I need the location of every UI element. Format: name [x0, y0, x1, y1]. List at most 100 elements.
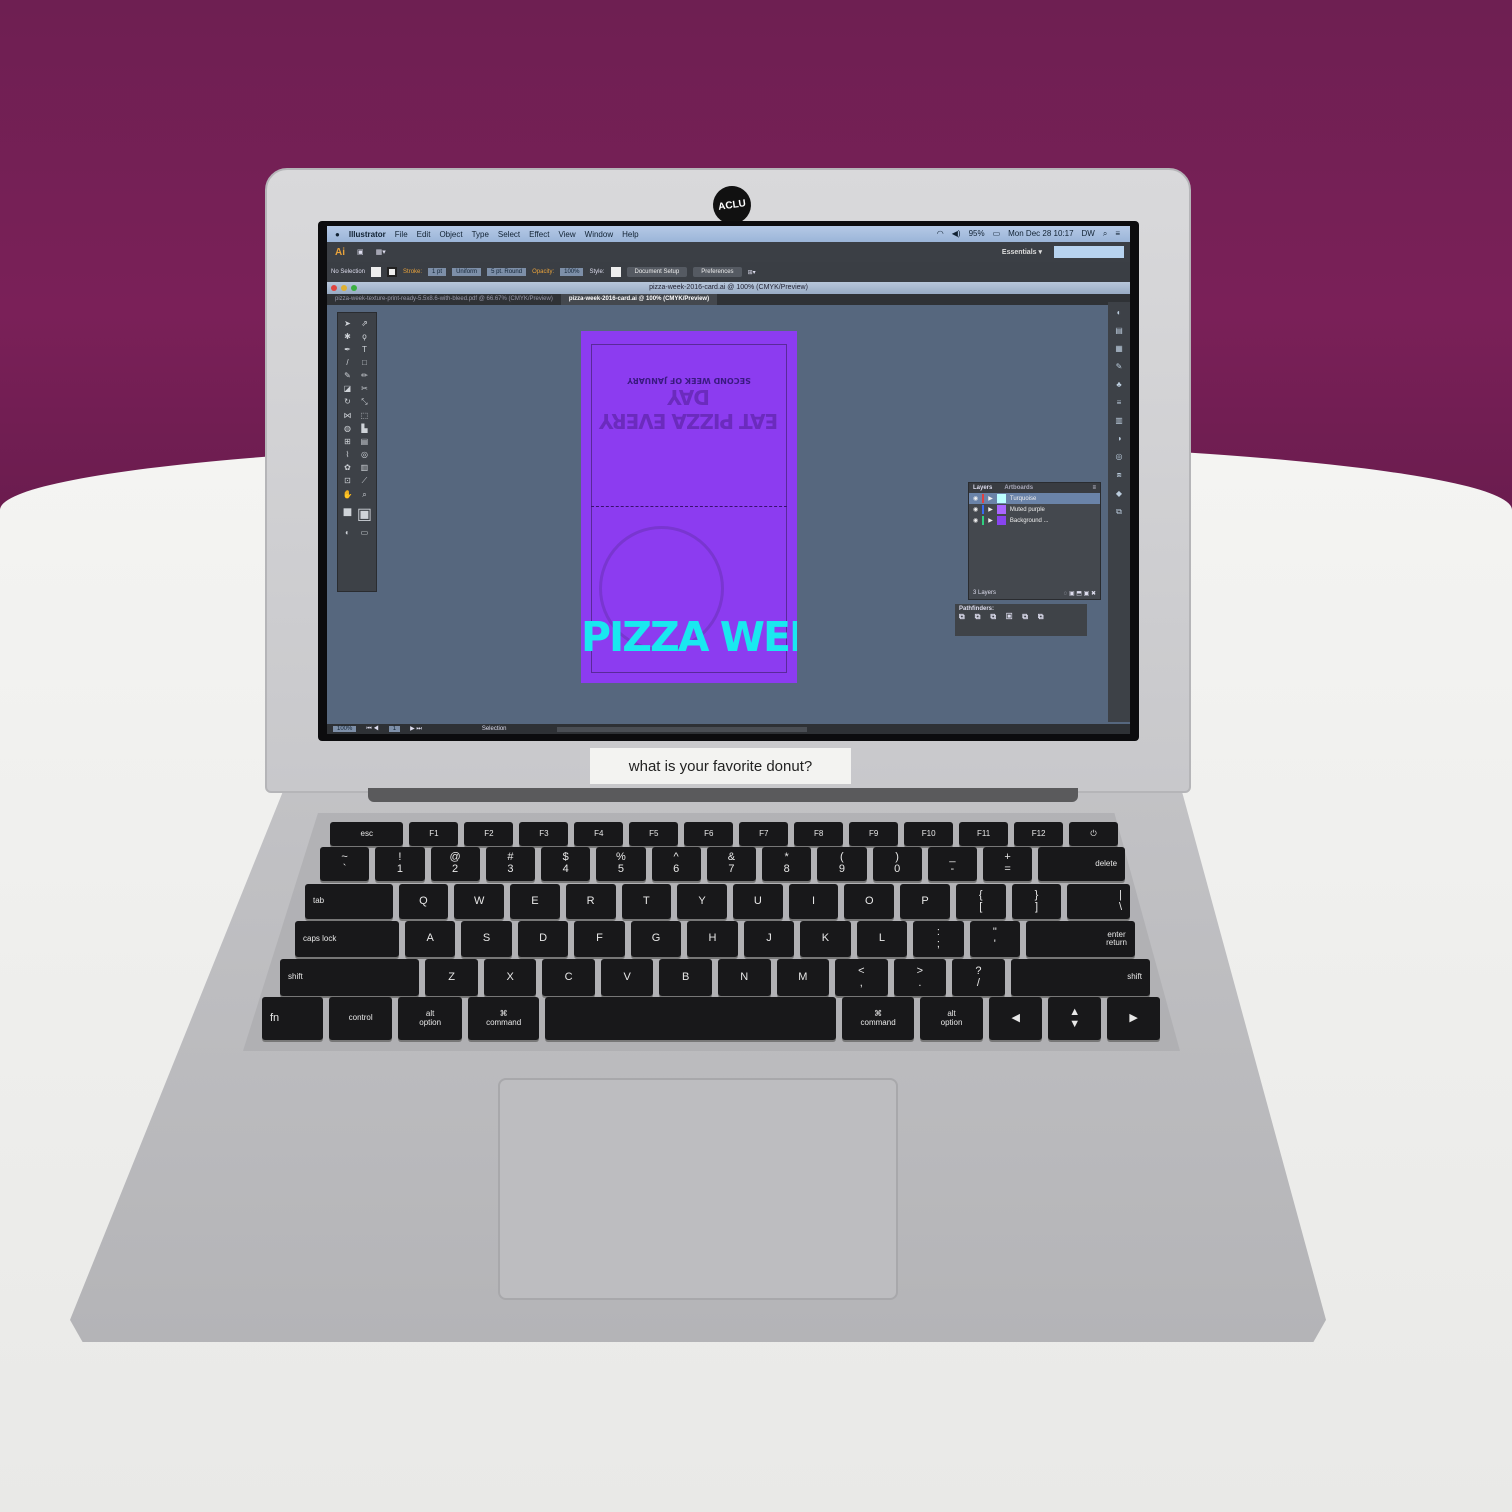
clock[interactable]: Mon Dec 28 10:17	[1008, 229, 1073, 239]
opacity-field[interactable]: 100%	[560, 268, 584, 276]
key-tab[interactable]: tab	[305, 884, 393, 919]
key-control[interactable]: control	[328, 997, 393, 1040]
headline-text[interactable]: EAT PIZZA EVERY DAY	[581, 385, 797, 433]
volume-icon[interactable]: ◀)	[952, 229, 961, 239]
selection-tool-icon[interactable]: ➤	[342, 319, 353, 328]
artboards-icon[interactable]: ⧉	[1116, 507, 1122, 517]
visibility-eye-icon[interactable]: ◉	[973, 495, 978, 502]
opacity-label[interactable]: Opacity:	[532, 269, 554, 275]
swatches-icon[interactable]: ▦	[1115, 344, 1123, 353]
key-}-][interactable]: } ]	[1011, 884, 1062, 919]
style-swatch[interactable]	[610, 267, 621, 277]
key-k[interactable]: K	[800, 921, 851, 957]
pen-tool-icon[interactable]: ✒	[342, 345, 353, 354]
layers-icon[interactable]: ◆	[1116, 489, 1122, 498]
stroke-weight-field[interactable]: 1 pt	[428, 268, 447, 276]
magic-wand-icon[interactable]: ✱	[342, 332, 353, 341]
artboard-number-field[interactable]: 1	[388, 726, 401, 732]
zoom-level-field[interactable]: 100%	[333, 726, 357, 732]
apple-icon[interactable]: ●	[335, 230, 340, 239]
scale-icon[interactable]: ⤡	[357, 397, 372, 407]
shape-builder-icon[interactable]: ◍	[342, 424, 353, 433]
menu-edit[interactable]: Edit	[417, 230, 431, 239]
variable-width-profile[interactable]: Uniform	[452, 268, 482, 276]
key-f4[interactable]: F4	[574, 822, 624, 846]
layer-name[interactable]: Muted purple	[1010, 507, 1045, 513]
key-enter-return[interactable]: enter return	[1026, 921, 1135, 957]
key-⏻[interactable]: ⏻	[1069, 822, 1119, 846]
stroke-color-icon[interactable]: ▣	[357, 504, 372, 524]
menu-view[interactable]: View	[558, 230, 575, 239]
graphic-styles-icon[interactable]: ⧈	[1116, 470, 1121, 480]
key-l[interactable]: L	[856, 921, 908, 957]
arrange-icon[interactable]: ⊞▾	[748, 269, 756, 276]
key-p[interactable]: P	[900, 884, 950, 919]
fill-color-icon[interactable]: ■	[342, 504, 353, 524]
gradient-icon[interactable]: ▤	[357, 437, 372, 446]
artboard[interactable]: EAT PIZZA EVERY DAY SECOND WEEK OF JANUA…	[581, 331, 797, 683]
horizontal-scrollbar[interactable]	[556, 726, 807, 732]
key-f6[interactable]: F6	[684, 822, 734, 846]
layer-actions[interactable]: ◌ ▣ ⬒ ▣ ✖	[1064, 590, 1096, 597]
key-e[interactable]: E	[510, 884, 560, 919]
key-shift[interactable]: shift	[1010, 959, 1150, 996]
layer-row[interactable]: ◉ ▶ Background ...	[969, 515, 1100, 526]
type-tool-icon[interactable]: T	[357, 345, 372, 354]
key-f8[interactable]: F8	[794, 822, 844, 846]
key-~-`[interactable]: ~ `	[320, 847, 370, 881]
key-c[interactable]: C	[542, 959, 595, 996]
key-a[interactable]: A	[404, 921, 456, 957]
trackpad[interactable]	[498, 1078, 898, 1300]
key-m[interactable]: M	[776, 959, 830, 996]
menu-window[interactable]: Window	[585, 230, 613, 239]
key-j[interactable]: J	[743, 921, 795, 957]
panel-menu-icon[interactable]: ≡	[1092, 485, 1096, 491]
key-_--[interactable]: _ -	[927, 847, 977, 881]
color-panel-icon[interactable]: ◐	[1117, 308, 1122, 317]
key-◀[interactable]: ◀	[989, 997, 1043, 1040]
screen-mode-icon[interactable]: ▭	[357, 528, 372, 537]
zoom-icon[interactable]: ⌕	[357, 490, 372, 500]
menu-illustrator[interactable]: Illustrator	[349, 230, 386, 239]
lasso-icon[interactable]: ϙ	[357, 332, 372, 341]
paintbrush-icon[interactable]: ✎	[342, 371, 353, 380]
expand-triangle-icon[interactable]: ▶	[988, 495, 993, 502]
artboard-tool-icon[interactable]: ⊡	[342, 476, 353, 486]
graph-icon[interactable]: ▥	[357, 463, 372, 472]
brush-definition[interactable]: 5 pt. Round	[487, 268, 527, 276]
key-caps-lock[interactable]: caps lock	[295, 921, 399, 957]
key-shift[interactable]: shift	[280, 959, 420, 996]
key-"-'[interactable]: " '	[969, 921, 1021, 957]
key-delete[interactable]: delete	[1038, 847, 1126, 881]
arrange-documents-icon[interactable]: ▦▾	[376, 248, 386, 256]
color-guide-icon[interactable]: ▤	[1115, 326, 1123, 335]
key-@-2[interactable]: @ 2	[430, 847, 480, 881]
width-tool-icon[interactable]: ⋈	[342, 411, 353, 420]
gradient-panel-icon[interactable]: ▥	[1115, 416, 1123, 425]
preferences-button[interactable]: Preferences	[693, 267, 742, 277]
key-▲-▼[interactable]: ▲ ▼	[1048, 997, 1102, 1040]
menu-effect[interactable]: Effect	[529, 230, 549, 239]
key-space[interactable]	[545, 997, 837, 1040]
tab-layers[interactable]: Layers	[973, 485, 992, 491]
key-f12[interactable]: F12	[1014, 822, 1064, 846]
spotlight-icon[interactable]: ⌕	[1103, 229, 1107, 239]
key-&-7[interactable]: & 7	[706, 847, 756, 881]
key-o[interactable]: O	[844, 884, 895, 919]
key-t[interactable]: T	[621, 884, 672, 919]
visibility-eye-icon[interactable]: ◉	[973, 506, 978, 513]
mesh-icon[interactable]: ⊞	[342, 437, 353, 446]
key-f[interactable]: F	[574, 921, 625, 957]
expand-triangle-icon[interactable]: ▶	[988, 506, 993, 513]
eraser-icon[interactable]: ◪	[342, 384, 353, 393]
key-|-\[interactable]: | \	[1067, 884, 1131, 919]
key-b[interactable]: B	[659, 959, 712, 996]
eyedropper-icon[interactable]: ⌇	[342, 450, 353, 459]
menu-type[interactable]: Type	[472, 230, 489, 239]
title-text[interactable]: PIZZA WEEK	[581, 613, 797, 661]
drawing-mode-icon[interactable]: ◐	[342, 528, 353, 537]
key-x[interactable]: X	[483, 959, 537, 996]
menu-help[interactable]: Help	[622, 230, 638, 239]
key-<-,[interactable]: < ,	[835, 959, 888, 996]
wifi-icon[interactable]: ◠	[937, 229, 944, 239]
